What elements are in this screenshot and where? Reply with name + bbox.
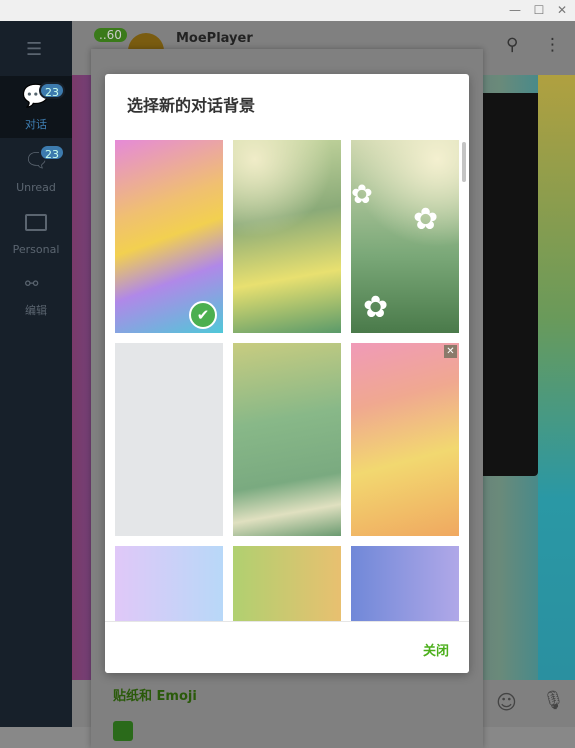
back-badge[interactable]: ..60 xyxy=(94,28,127,42)
window-titlebar: — ☐ ✕ xyxy=(0,0,575,21)
more-icon[interactable]: ⋮ xyxy=(544,35,561,55)
sidebar-item-unread[interactable]: 🗨 23 Unread xyxy=(0,138,72,200)
close-window-button[interactable]: ✕ xyxy=(553,2,571,19)
checkmark-icon: ✔ xyxy=(189,301,217,329)
chat-name: MoePlayer xyxy=(176,31,253,46)
sidebar-item-label: 对话 xyxy=(25,118,47,131)
background-thumb-gray[interactable] xyxy=(115,343,223,536)
maximize-button[interactable]: ☐ xyxy=(530,2,548,19)
background-thumb-lavender[interactable] xyxy=(115,546,223,621)
daisy-icon: ✿ xyxy=(363,290,389,325)
delete-icon[interactable]: ✕ xyxy=(444,345,457,358)
background-grid: ✔ ✿ ✿ ✿ ✕ xyxy=(105,140,469,621)
search-icon[interactable]: ⚲ xyxy=(506,35,518,55)
menu-icon[interactable]: ☰ xyxy=(26,39,42,60)
emoji-icon[interactable]: ☺ xyxy=(496,690,517,714)
sidebar-item-label: Personal xyxy=(12,243,60,256)
folder-icon xyxy=(25,214,47,231)
background-thumb-blue-purple[interactable] xyxy=(351,546,459,621)
daisy-icon: ✿ xyxy=(413,202,439,237)
unread-badge: 23 xyxy=(39,144,65,161)
sidebar: ☰ 💬 23 对话 🗨 23 Unread Personal ⚯ 编辑 xyxy=(0,21,72,727)
scrollbar[interactable] xyxy=(462,142,466,182)
sidebar-item-label: 编辑 xyxy=(25,304,47,317)
background-thumb-daisies[interactable]: ✿ ✿ ✿ xyxy=(351,140,459,333)
sliders-icon: ⚯ xyxy=(25,274,39,293)
close-button[interactable]: 关闭 xyxy=(423,640,449,659)
background-thumb-green-orange[interactable] xyxy=(233,546,341,621)
sidebar-item-personal[interactable]: Personal xyxy=(0,200,72,262)
background-thumb-green[interactable] xyxy=(233,343,341,536)
background-thumb-green-blur[interactable] xyxy=(233,140,341,333)
dialog-footer: 关闭 xyxy=(105,621,469,673)
background-picker-dialog: 选择新的对话背景 ✔ ✿ ✿ ✿ ✕ 关闭 xyxy=(105,74,469,673)
stickers-emoji-label: 贴纸和 Emoji xyxy=(113,689,197,704)
daisy-icon: ✿ xyxy=(351,180,373,210)
minimize-button[interactable]: — xyxy=(506,2,524,19)
sidebar-item-label: Unread xyxy=(16,181,56,194)
sidebar-item-chats[interactable]: 💬 23 对话 xyxy=(0,76,72,138)
checkbox[interactable] xyxy=(113,721,133,741)
microphone-icon[interactable]: 🎙 xyxy=(542,690,565,711)
sidebar-item-edit[interactable]: ⚯ 编辑 xyxy=(0,262,72,324)
background-thumb-zoo[interactable]: ✔ xyxy=(115,140,223,333)
wallpaper-edge xyxy=(538,75,575,680)
dialog-title: 选择新的对话背景 xyxy=(127,96,256,115)
background-thumb-pink-yellow[interactable]: ✕ xyxy=(351,343,459,536)
unread-badge: 23 xyxy=(39,82,65,99)
